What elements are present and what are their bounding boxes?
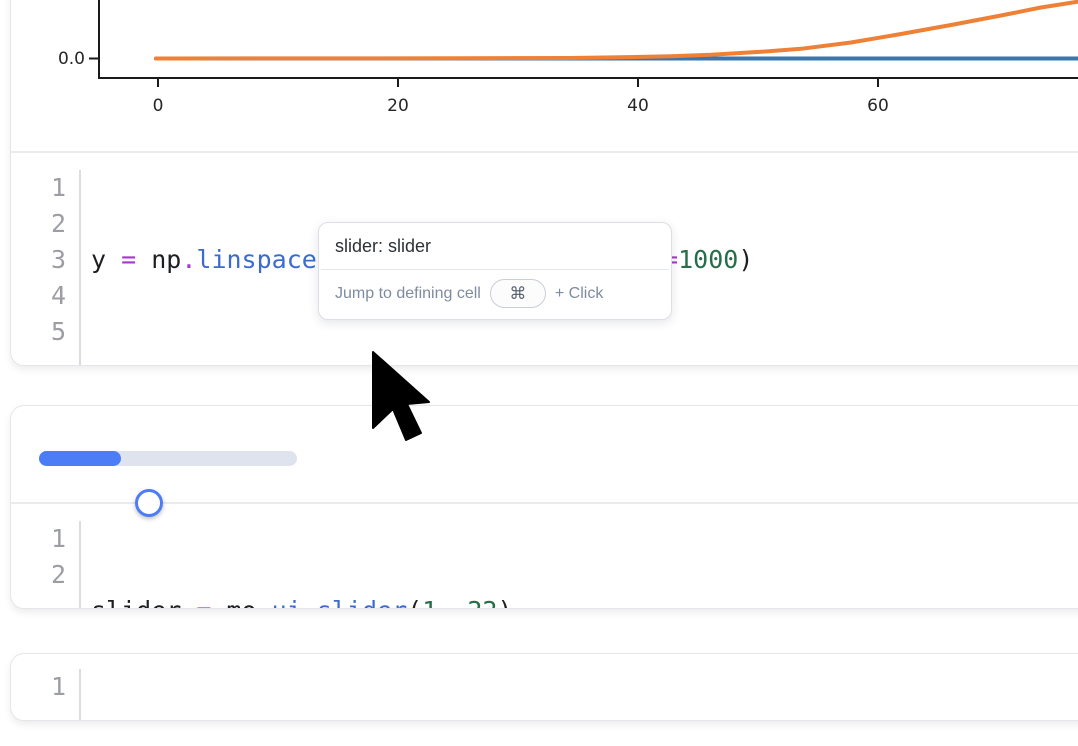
line-number: 2 (11, 206, 66, 242)
command-key-icon: ⌘ (490, 279, 546, 308)
slider-fill (39, 451, 121, 466)
line-number: 1 (11, 170, 66, 206)
notebook-cell-slider: 1 2 slider = mo.ui.slider(1, 22) slider (10, 405, 1078, 609)
code-editor[interactable]: 1 x = np.linspace(start=0, stop=100, num… (11, 654, 1078, 721)
line-number-gutter: 1 2 3 4 5 (11, 170, 81, 366)
line-number: 3 (11, 242, 66, 278)
line-number: 1 (11, 669, 66, 705)
x-tick-label: 0 (153, 96, 164, 116)
line-number: 2 (11, 557, 66, 593)
line-number: 1 (11, 521, 66, 557)
mouse-cursor-icon (371, 350, 435, 446)
tooltip-click-hint: + Click (555, 285, 603, 303)
jump-to-defining-cell-label[interactable]: Jump to defining cell (335, 285, 481, 303)
tooltip-title: slider: slider (319, 223, 671, 269)
notebook-cell-x: 1 x = np.linspace(start=0, stop=100, num… (10, 653, 1078, 721)
line-number: 4 (11, 278, 66, 314)
slider-track[interactable] (39, 451, 297, 466)
slider-widget-output (11, 406, 1078, 502)
code-editor[interactable]: 1 2 slider = mo.ui.slider(1, 22) slider (11, 504, 1078, 609)
matplotlib-output: 0.0 0 20 40 60 (11, 0, 1078, 151)
x-tick-label: 20 (387, 96, 409, 116)
code-line[interactable]: slider = mo.ui.slider(1, 22) (91, 593, 513, 609)
line-number-gutter: 1 2 (11, 521, 81, 609)
line-number: 5 (11, 314, 66, 350)
slider-handle[interactable] (135, 489, 163, 517)
x-tick-label: 40 (627, 96, 649, 116)
line-chart: 0.0 0 20 40 60 (11, 0, 1078, 151)
y-tick-label: 0.0 (58, 49, 85, 69)
variable-hover-tooltip: slider: slider Jump to defining cell ⌘ +… (318, 222, 672, 320)
series-line-orange (156, 2, 1078, 59)
line-number-gutter: 1 (11, 669, 81, 721)
x-tick-label: 60 (867, 96, 889, 116)
